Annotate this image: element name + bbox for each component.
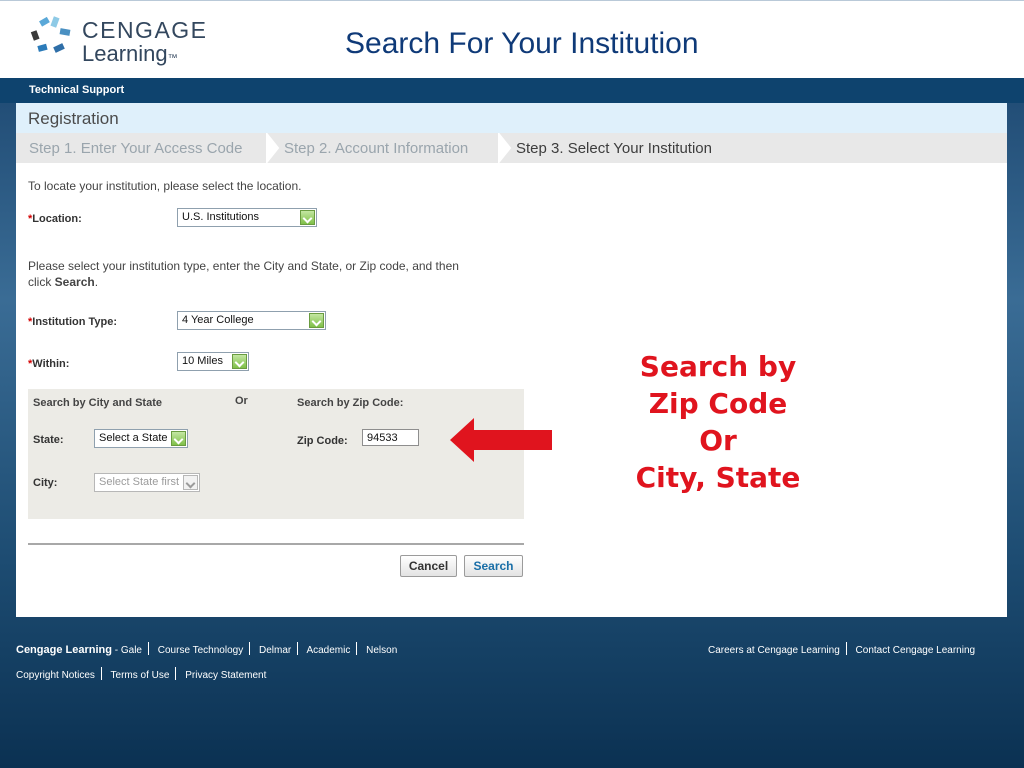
instructions-line-2: click Search. [28,275,99,289]
or-separator: Or [235,395,248,407]
footer-brand: Cengage Learning [16,644,112,656]
location-label: *Location: [28,213,82,225]
slide-title: Search For Your Institution [345,27,699,60]
institution-type-select[interactable]: 4 Year College [177,311,326,330]
logo-wordmark-learning: Learning™ [82,41,178,66]
footer-link-careers[interactable]: Careers at Cengage Learning [708,645,840,656]
callout-line-3: Or [699,424,737,457]
logo-wordmark-cengage: CENGAGE [82,17,208,43]
footer-link-terms[interactable]: Terms of Use [111,670,170,681]
zip-code-label: Zip Code: [297,435,348,447]
within-select[interactable]: 10 Miles [177,352,249,371]
cengage-logo-mark-icon [30,16,71,53]
callout-line-1: Search by [639,350,797,383]
step-separator-icon [498,133,512,163]
dropdown-arrow-icon[interactable] [309,313,324,328]
institution-type-label: *Institution Type: [28,316,118,328]
zip-code-input[interactable]: 94533 [362,429,419,446]
top-nav-bar: Technical Support [0,78,1024,103]
registration-header: Registration [16,103,1007,133]
form-divider [28,543,524,545]
dropdown-arrow-icon[interactable] [171,431,186,446]
registration-panel: Registration Step 1. Enter Your Access C… [16,103,1007,617]
footer-bottom-links: Copyright Notices Terms of Use Privacy S… [16,667,266,681]
red-arrow-icon [450,418,552,462]
footer-link-delmar[interactable]: Delmar [259,645,291,656]
step-2: Step 2. Account Information [284,140,469,157]
location-intro-text: To locate your institution, please selec… [28,179,302,193]
callout-line-4: City, State [635,461,801,494]
registration-title: Registration [28,109,119,128]
city-select[interactable]: Select State first [94,473,200,492]
footer-link-copyright[interactable]: Copyright Notices [16,670,95,681]
state-label: State: [33,434,64,446]
dropdown-arrow-icon[interactable] [300,210,315,225]
cancel-button[interactable]: Cancel [400,555,457,577]
state-select[interactable]: Select a State [94,429,188,448]
location-select[interactable]: U.S. Institutions [177,208,317,227]
step-1: Step 1. Enter Your Access Code [29,140,243,157]
search-button[interactable]: Search [464,555,523,577]
step-indicator: Step 1. Enter Your Access Code Step 2. A… [16,133,1007,163]
step-separator-icon [266,133,280,163]
step-3-active: Step 3. Select Your Institution [516,140,712,157]
footer-link-academic[interactable]: Academic [306,645,350,656]
dropdown-arrow-icon[interactable] [183,475,198,490]
search-by-city-state-heading: Search by City and State [33,397,162,409]
dropdown-arrow-icon[interactable] [232,354,247,369]
footer-link-privacy[interactable]: Privacy Statement [185,670,266,681]
footer-link-gale[interactable]: Gale [121,645,142,656]
search-by-zip-heading: Search by Zip Code: [297,397,404,409]
within-label: *Within: [28,358,70,370]
callout-line-2: Zip Code [648,387,788,420]
slide-header: CENGAGE Learning™ Search For Your Instit… [0,0,1024,78]
city-label: City: [33,477,58,489]
footer-link-nelson[interactable]: Nelson [366,645,397,656]
technical-support-link[interactable]: Technical Support [29,84,124,96]
cengage-logo: CENGAGE Learning™ [30,15,210,71]
footer-right-links: Careers at Cengage Learning Contact Ceng… [708,642,975,656]
instructions-line-1: Please select your institution type, ent… [28,259,459,273]
footer-left-links: Cengage Learning - Gale Course Technolog… [16,642,398,656]
callout-annotation: Search by Zip Code Or City, State [628,348,808,496]
footer-link-course-technology[interactable]: Course Technology [158,645,243,656]
footer-link-contact[interactable]: Contact Cengage Learning [856,645,976,656]
